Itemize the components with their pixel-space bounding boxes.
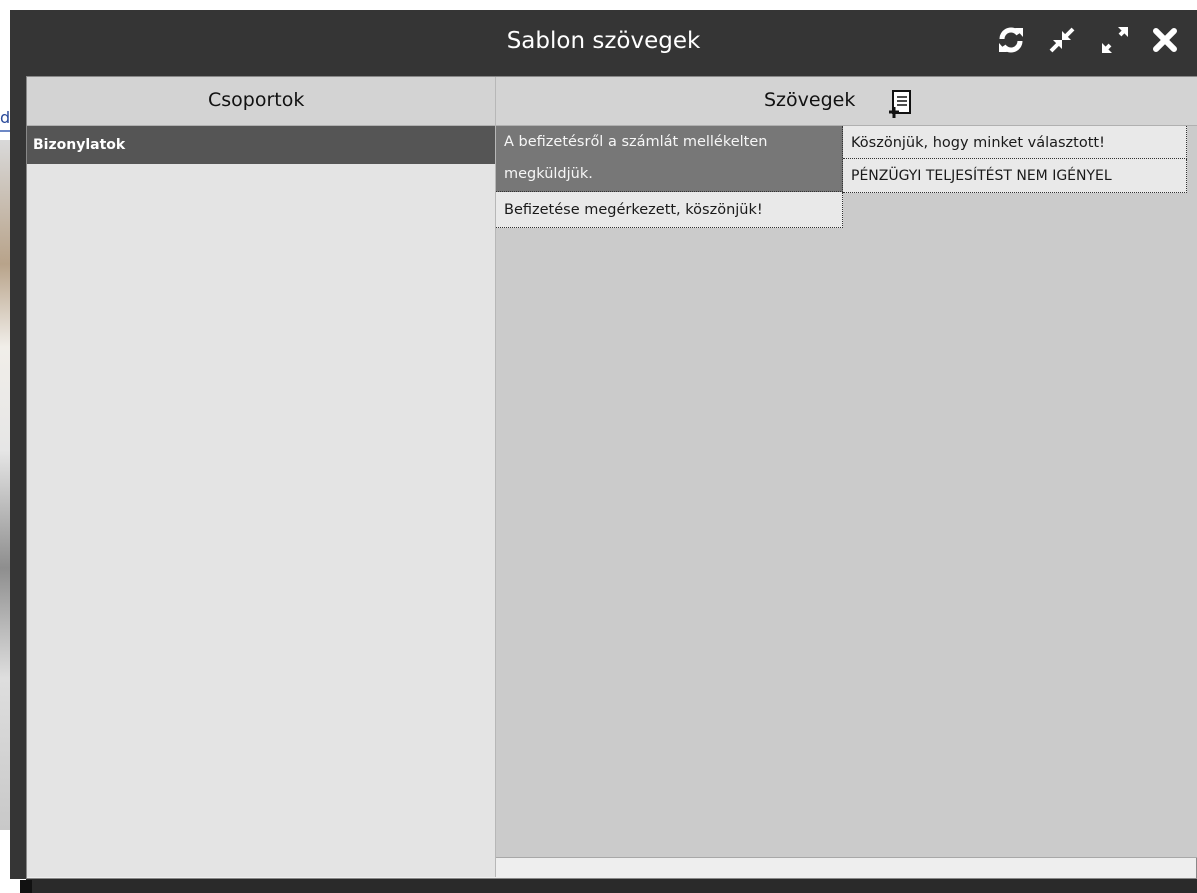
add-document-icon[interactable] — [888, 90, 914, 120]
group-item-bizonylatok[interactable]: Bizonylatok — [27, 126, 495, 164]
dialog-titlebar[interactable]: Sablon szövegek — [10, 10, 1197, 76]
text-item-1[interactable]: A befizetésről a számlát mellékelten meg… — [496, 126, 843, 192]
close-icon[interactable] — [1148, 23, 1182, 57]
template-texts-dialog: Sablon szövegek Csoportok Bizonylatok Sz… — [10, 10, 1197, 879]
texts-header-label: Szövegek — [764, 89, 856, 111]
groups-header: Csoportok — [27, 77, 495, 126]
text-item-3[interactable]: Köszönjük, hogy minket választott! — [843, 126, 1187, 159]
expand-arrows-icon[interactable] — [1098, 23, 1132, 57]
minimize-arrows-icon[interactable] — [1045, 23, 1079, 57]
texts-header: Szövegek — [496, 77, 1197, 126]
texts-panel: Szövegek A befizetésről a számlát mellék… — [496, 77, 1197, 858]
background-bottom-square — [20, 880, 32, 893]
text-item-4[interactable]: PÉNZÜGYI TELJESÍTÉST NEM IGÉNYEL — [843, 159, 1187, 193]
groups-header-label: Csoportok — [208, 89, 305, 111]
groups-panel: Csoportok Bizonylatok — [27, 77, 496, 877]
background-bottom-bar — [26, 878, 1197, 893]
text-item-2[interactable]: Befizetése megérkezett, köszönjük! — [496, 192, 843, 228]
refresh-icon[interactable] — [994, 23, 1028, 57]
dialog-content: Csoportok Bizonylatok Szövegek A befizet… — [26, 76, 1197, 879]
